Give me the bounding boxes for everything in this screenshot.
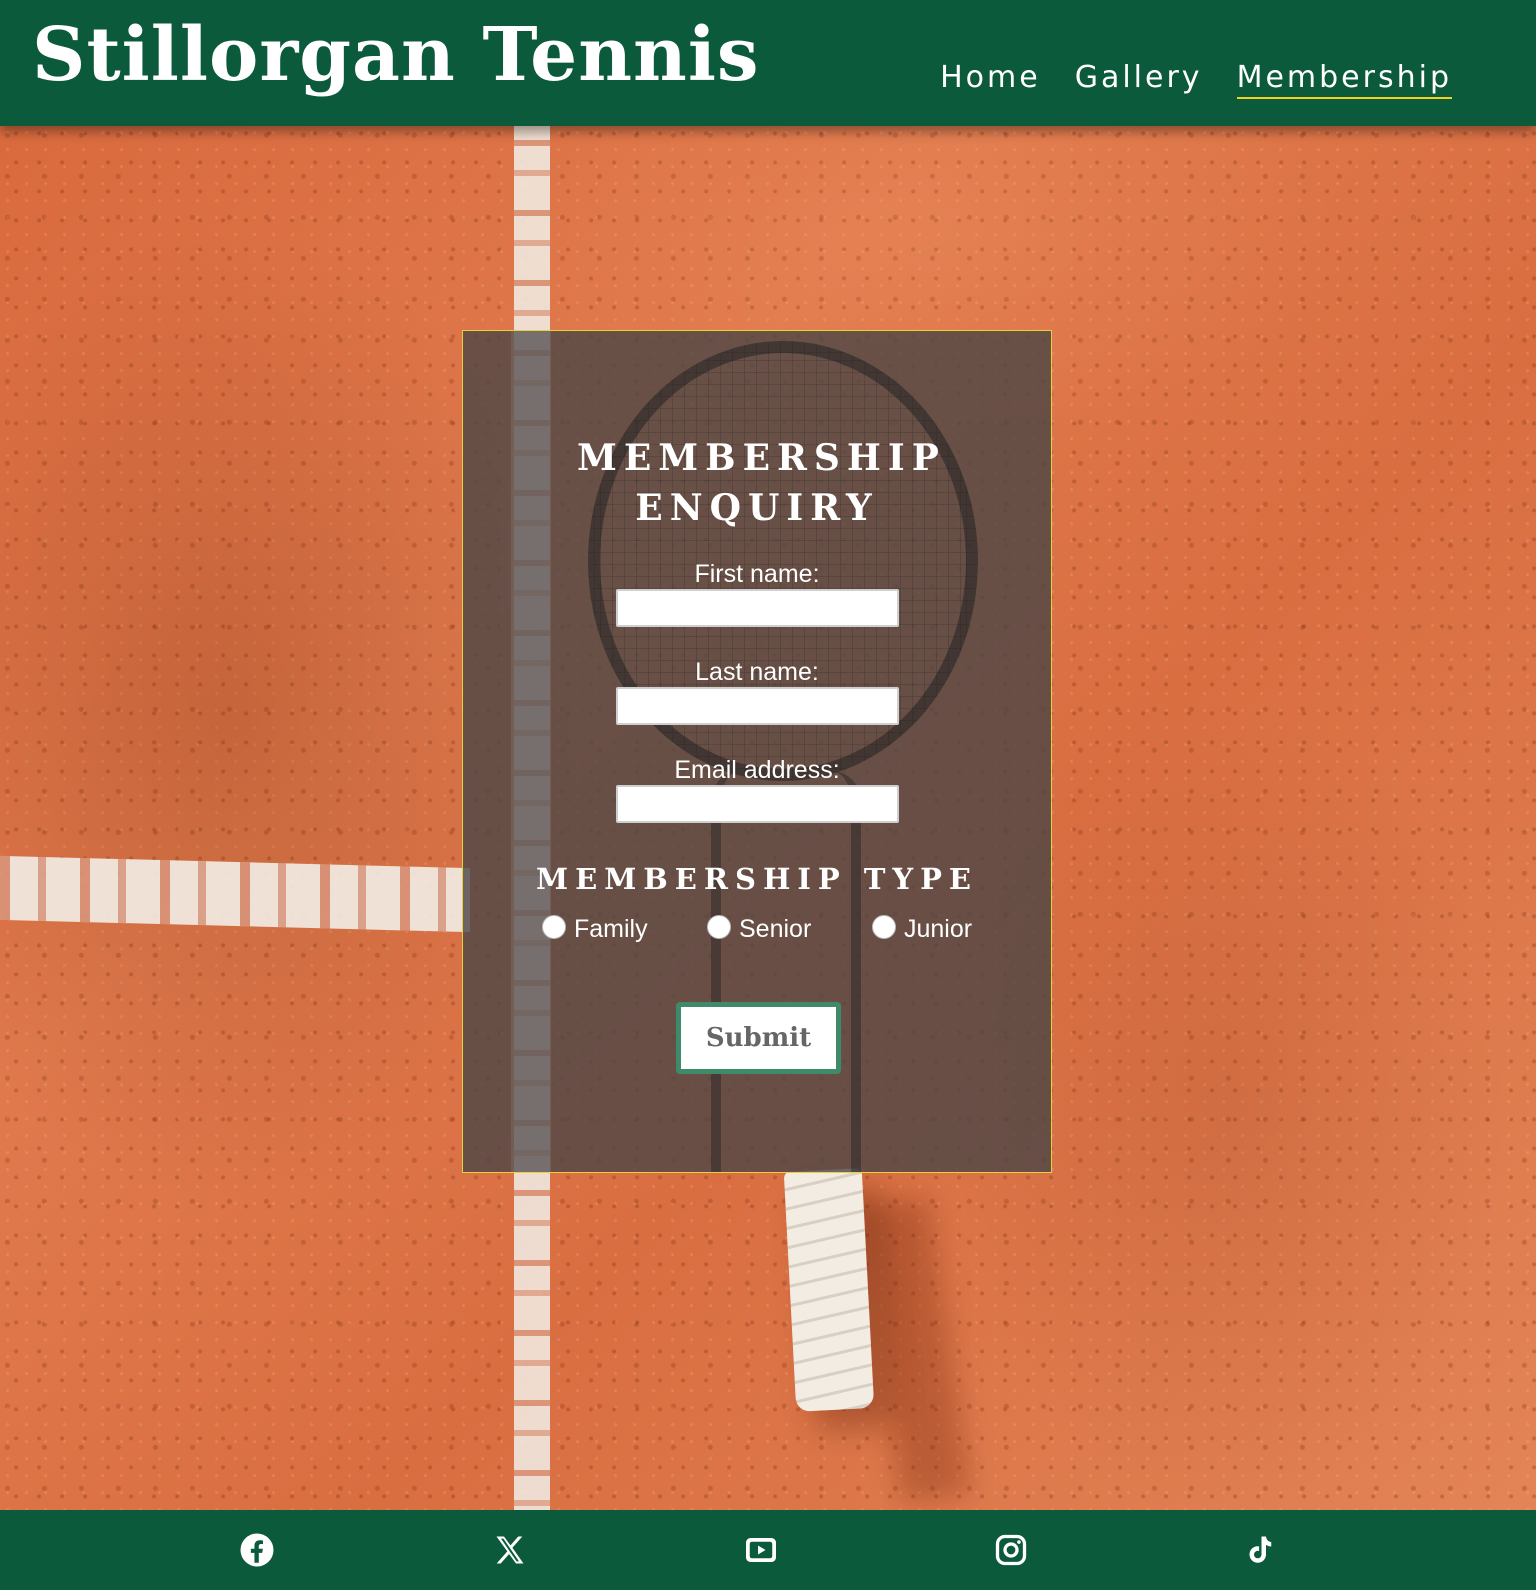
site-title[interactable]: Stillorgan Tennis [32,18,760,92]
youtube-icon[interactable] [741,1530,781,1570]
site-footer [0,1510,1536,1590]
radio-button-family[interactable] [542,914,566,939]
submit-button[interactable]: Submit [676,1002,841,1074]
last-name-label: Last name: [695,658,819,686]
radio-label-senior: Senior [739,915,812,943]
court-line-horizontal [0,855,470,933]
radio-button-senior[interactable] [707,914,731,939]
x-icon[interactable] [490,1530,530,1570]
email-input[interactable] [616,785,899,823]
form-title-text: MEMBERSHIP ENQUIRY [577,437,946,529]
radio-label-junior: Junior [904,915,973,943]
site-header: Stillorgan Tennis Home Gallery Membershi… [0,0,1536,126]
email-label: Email address: [674,756,840,784]
racket-handle [783,1168,875,1412]
first-name-input[interactable] [616,589,899,627]
nav-link-membership[interactable]: Membership [1236,60,1452,99]
main-nav: Home Gallery Membership [940,60,1452,99]
membership-enquiry-panel: MEMBERSHIP ENQUIRY First name: Last name… [462,330,1052,1173]
nav-link-home[interactable]: Home [940,60,1041,99]
tiktok-icon[interactable] [1240,1530,1280,1570]
instagram-icon[interactable] [991,1530,1031,1570]
facebook-icon[interactable] [237,1530,277,1570]
nav-link-gallery[interactable]: Gallery [1075,60,1203,99]
radio-label-family: Family [574,915,648,943]
last-name-input[interactable] [616,687,899,725]
radio-button-junior[interactable] [872,914,896,939]
radio-option-junior[interactable]: Junior [872,914,973,944]
membership-type-title: MEMBERSHIP TYPE [535,862,979,896]
radio-option-senior[interactable]: Senior [707,914,812,944]
form-title: MEMBERSHIP ENQUIRY [463,433,1051,533]
radio-option-family[interactable]: Family [542,914,648,944]
first-name-label: First name: [694,560,820,588]
